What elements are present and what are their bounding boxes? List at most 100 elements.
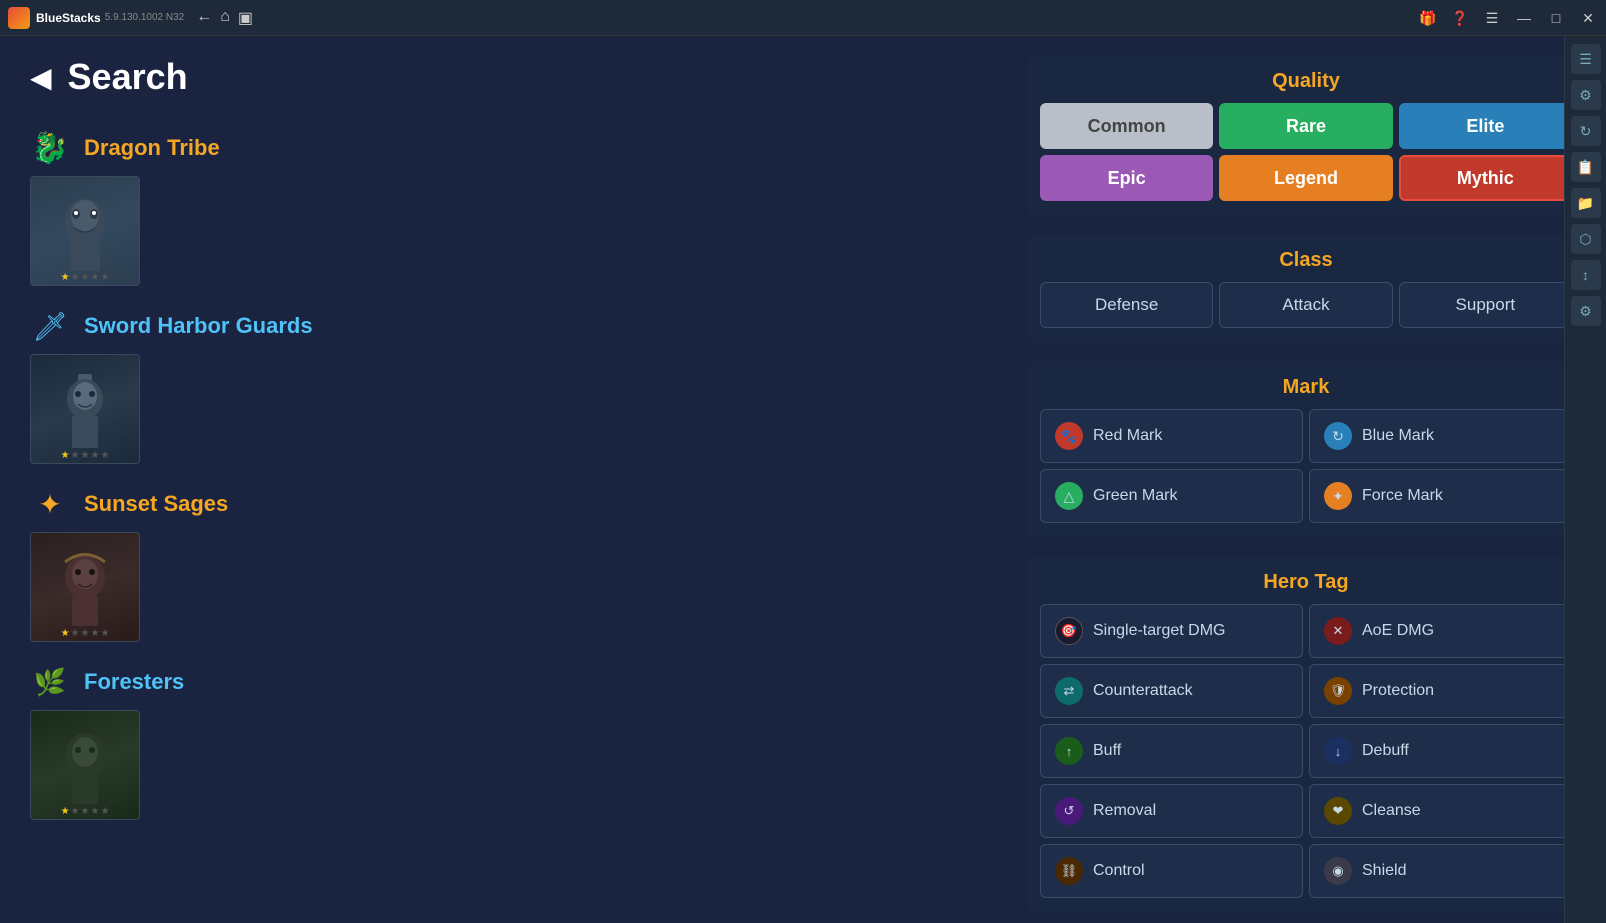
sunset-sages-hero-avatar[interactable]: ★ ★ ★ ★ ★: [30, 532, 140, 642]
star-2: ★: [71, 450, 80, 461]
sunset-icon: ✦: [38, 488, 61, 521]
class-attack-btn[interactable]: Attack: [1219, 282, 1392, 328]
tag-counterattack-btn[interactable]: ⇄ Counterattack: [1040, 664, 1303, 718]
class-support-btn[interactable]: Support: [1399, 282, 1572, 328]
removal-icon: ↺: [1055, 797, 1083, 825]
star-3: ★: [81, 628, 90, 639]
window-nav-btn[interactable]: ▣: [238, 8, 253, 28]
app-logo: [8, 7, 30, 29]
dragon-tribe-icon: 🐉: [30, 128, 70, 168]
strip-icon-1[interactable]: ☰: [1571, 44, 1601, 74]
force-mark-icon: ✦: [1324, 482, 1352, 510]
sword-harbor-icon: 🗡: [30, 306, 70, 346]
star-4: ★: [90, 628, 99, 639]
tag-protection-btn[interactable]: 🛡 Protection: [1309, 664, 1572, 718]
menu-icon[interactable]: ☰: [1478, 4, 1506, 32]
foresters-hero-avatar[interactable]: ★ ★ ★ ★ ★: [30, 710, 140, 820]
tag-cleanse-btn[interactable]: ❤ Cleanse: [1309, 784, 1572, 838]
star-5: ★: [100, 628, 109, 639]
star-3: ★: [81, 450, 90, 461]
force-mark-label: Force Mark: [1362, 487, 1443, 505]
home-nav-btn[interactable]: ⌂: [220, 8, 230, 28]
main-container: ◀ Search 🐉 Dragon Tribe: [0, 36, 1606, 923]
buff-label: Buff: [1093, 742, 1121, 760]
mark-green-btn[interactable]: △ Green Mark: [1040, 469, 1303, 523]
aoe-dmg-icon: ✕: [1324, 617, 1352, 645]
single-target-label: Single-target DMG: [1093, 622, 1226, 640]
class-defense-btn[interactable]: Defense: [1040, 282, 1213, 328]
strip-icon-7[interactable]: ↕: [1571, 260, 1601, 290]
control-label: Control: [1093, 862, 1145, 880]
strip-icon-5[interactable]: 📁: [1571, 188, 1601, 218]
mark-blue-btn[interactable]: ↻ Blue Mark: [1309, 409, 1572, 463]
back-button[interactable]: ◀: [30, 61, 52, 94]
sword-hero-stars: ★ ★ ★ ★ ★: [61, 450, 110, 461]
cleanse-label: Cleanse: [1362, 802, 1421, 820]
faction-foresters-header: 🌿 Foresters: [30, 662, 986, 702]
dragon-tribe-hero-avatar[interactable]: ★ ★ ★ ★ ★: [30, 176, 140, 286]
star-5: ★: [100, 450, 109, 461]
maximize-btn[interactable]: □: [1542, 4, 1570, 32]
quality-title: Quality: [1040, 70, 1572, 93]
aoe-dmg-label: AoE DMG: [1362, 622, 1434, 640]
tag-control-btn[interactable]: ⛓ Control: [1040, 844, 1303, 898]
quality-common-btn[interactable]: Common: [1040, 103, 1213, 149]
star-1: ★: [61, 628, 70, 639]
tag-debuff-btn[interactable]: ↓ Debuff: [1309, 724, 1572, 778]
app-name: BlueStacks: [36, 11, 101, 25]
strip-icon-3[interactable]: ↻: [1571, 116, 1601, 146]
tag-aoe-btn[interactable]: ✕ AoE DMG: [1309, 604, 1572, 658]
mark-force-btn[interactable]: ✦ Force Mark: [1309, 469, 1572, 523]
sunset-sages-icon: ✦: [30, 484, 70, 524]
gift-icon[interactable]: 🎁: [1414, 4, 1442, 32]
sword-hero-image: [31, 355, 139, 463]
faction-sword-harbor: 🗡 Sword Harbor Guards: [30, 306, 986, 464]
star-4: ★: [90, 450, 99, 461]
dragon-hero-stars: ★ ★ ★ ★ ★: [61, 272, 110, 283]
tag-shield-btn[interactable]: ◉ Shield: [1309, 844, 1572, 898]
counterattack-icon: ⇄: [1055, 677, 1083, 705]
quality-rare-btn[interactable]: Rare: [1219, 103, 1392, 149]
quality-mythic-btn[interactable]: Mythic: [1399, 155, 1572, 201]
quality-row2: Epic Legend Mythic: [1040, 155, 1572, 201]
star-2: ★: [71, 806, 80, 817]
strip-icon-2[interactable]: ⚙: [1571, 80, 1601, 110]
faction-sword-harbor-header: 🗡 Sword Harbor Guards: [30, 306, 986, 346]
quality-legend-btn[interactable]: Legend: [1219, 155, 1392, 201]
tag-removal-btn[interactable]: ↺ Removal: [1040, 784, 1303, 838]
titlebar: BlueStacks 5.9.130.1002 N32 ← ⌂ ▣ 🎁 ❓ ☰ …: [0, 0, 1606, 36]
forester-hero-image: [31, 711, 139, 819]
sword-harbor-hero-avatar[interactable]: ★ ★ ★ ★ ★: [30, 354, 140, 464]
tag-grid: 🎯 Single-target DMG ✕ AoE DMG ⇄ Countera…: [1040, 604, 1572, 898]
protection-label: Protection: [1362, 682, 1434, 700]
removal-label: Removal: [1093, 802, 1156, 820]
debuff-label: Debuff: [1362, 742, 1409, 760]
tag-buff-btn[interactable]: ↑ Buff: [1040, 724, 1303, 778]
buff-icon: ↑: [1055, 737, 1083, 765]
class-title: Class: [1040, 249, 1572, 272]
quality-elite-btn[interactable]: Elite: [1399, 103, 1572, 149]
strip-icon-6[interactable]: ⬡: [1571, 224, 1601, 254]
sword-icon: 🗡: [32, 310, 68, 343]
strip-icon-4[interactable]: 📋: [1571, 152, 1601, 182]
minimize-btn[interactable]: —: [1510, 4, 1538, 32]
right-strip: ☰ ⚙ ↻ 📋 📁 ⬡ ↕ ⚙: [1564, 36, 1606, 923]
shield-icon: ◉: [1324, 857, 1352, 885]
strip-icon-8[interactable]: ⚙: [1571, 296, 1601, 326]
foresters-name: Foresters: [84, 669, 184, 695]
quality-epic-btn[interactable]: Epic: [1040, 155, 1213, 201]
debuff-icon: ↓: [1324, 737, 1352, 765]
app-version: 5.9.130.1002 N32: [105, 12, 185, 23]
tag-single-target-btn[interactable]: 🎯 Single-target DMG: [1040, 604, 1303, 658]
close-btn[interactable]: ✕: [1574, 4, 1602, 32]
back-nav-btn[interactable]: ←: [196, 8, 212, 28]
mark-red-btn[interactable]: 🐾 Red Mark: [1040, 409, 1303, 463]
help-icon[interactable]: ❓: [1446, 4, 1474, 32]
foresters-icon: 🌿: [30, 662, 70, 702]
mark-grid: 🐾 Red Mark ↻ Blue Mark △ Green Mark ✦ Fo…: [1040, 409, 1572, 523]
star-3: ★: [81, 806, 90, 817]
dragon-tribe-name: Dragon Tribe: [84, 135, 220, 161]
titlebar-nav: ← ⌂ ▣: [196, 8, 253, 28]
protection-icon: 🛡: [1324, 677, 1352, 705]
blue-mark-label: Blue Mark: [1362, 427, 1434, 445]
